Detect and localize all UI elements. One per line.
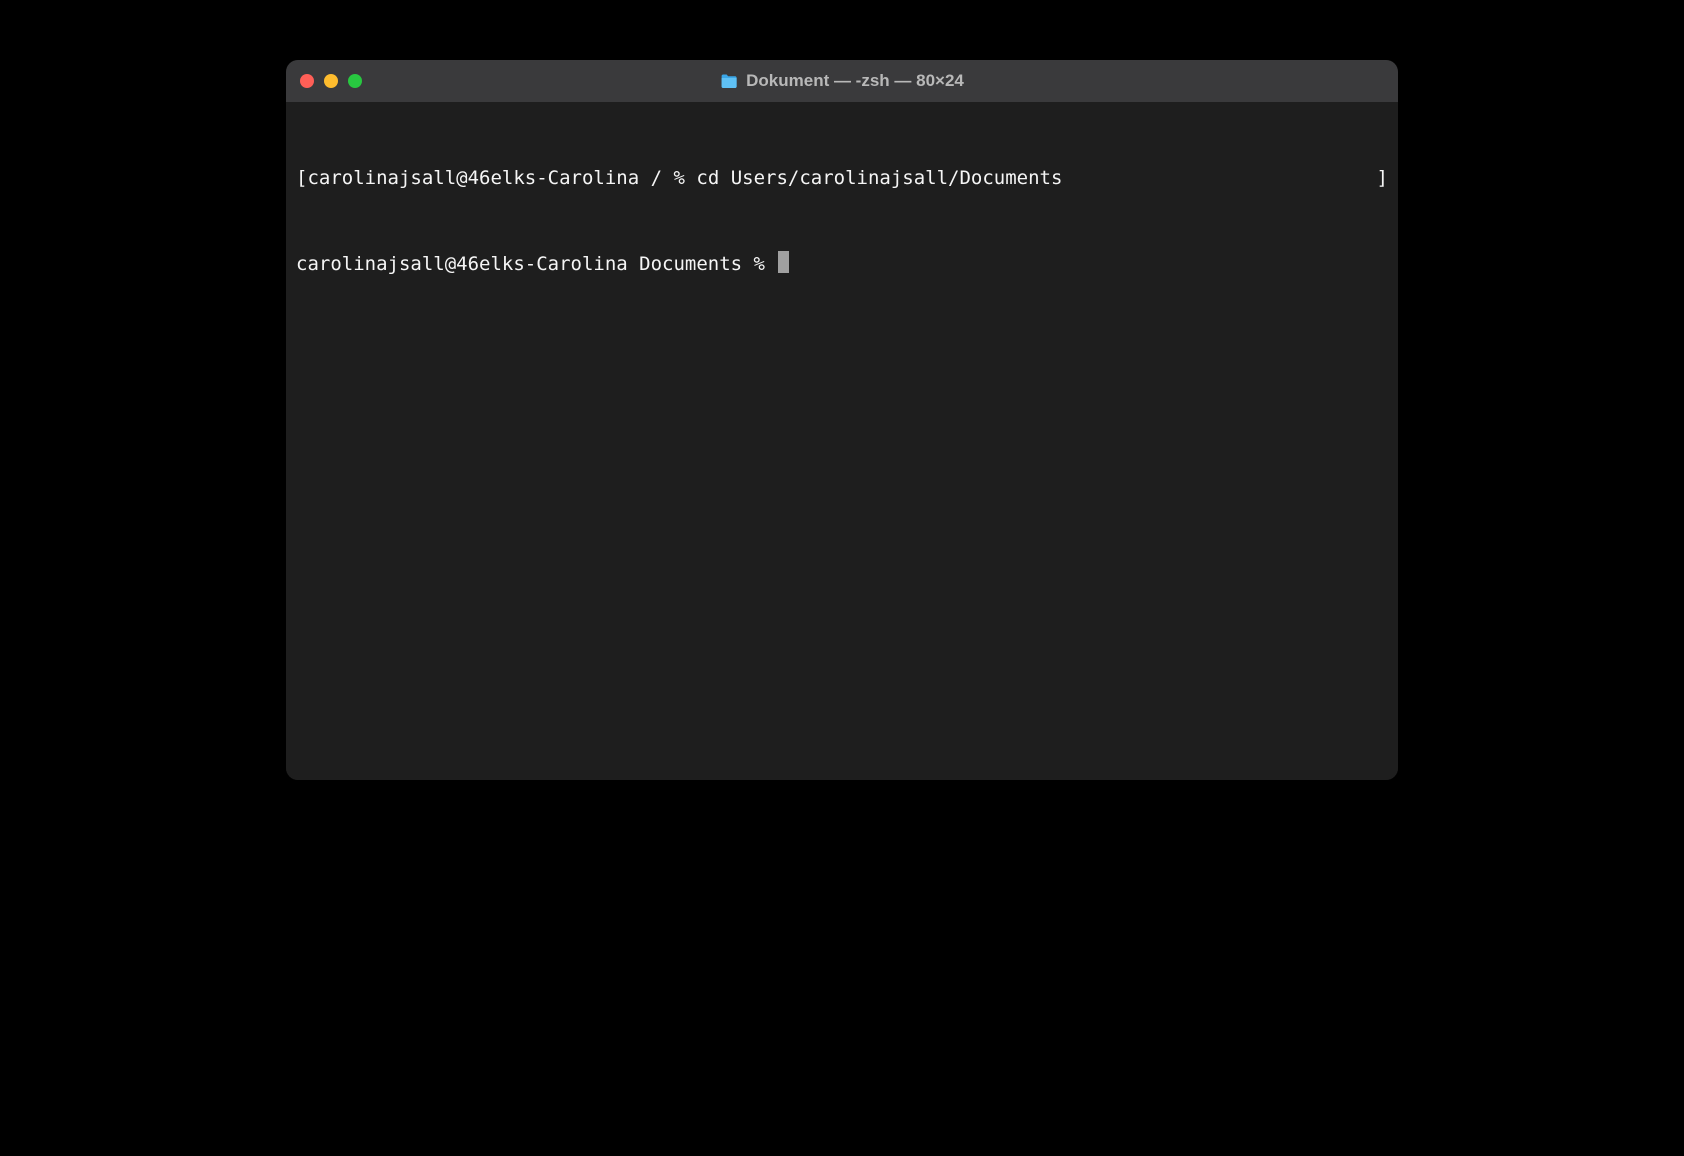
folder-icon — [720, 74, 738, 89]
maximize-button[interactable] — [348, 74, 362, 88]
minimize-button[interactable] — [324, 74, 338, 88]
terminal-content[interactable]: [carolinajsall@46elks-Carolina / % cd Us… — [286, 102, 1398, 780]
traffic-lights — [300, 74, 362, 88]
window-title: Dokument — -zsh — 80×24 — [746, 71, 964, 91]
title-bar: Dokument — -zsh — 80×24 — [286, 60, 1398, 102]
prompt-bracket-close: ] — [1377, 165, 1388, 193]
prompt-2: carolinajsall@46elks-Carolina Documents … — [296, 251, 776, 279]
prompt-bracket-open: [ — [296, 167, 307, 189]
cursor — [778, 251, 789, 273]
window-title-area: Dokument — -zsh — 80×24 — [720, 71, 964, 91]
terminal-line-1: [carolinajsall@46elks-Carolina / % cd Us… — [296, 165, 1388, 193]
terminal-line-2: carolinajsall@46elks-Carolina Documents … — [296, 248, 1388, 279]
terminal-window: Dokument — -zsh — 80×24 [carolinajsall@4… — [286, 60, 1398, 780]
command-1: cd Users/carolinajsall/Documents — [696, 167, 1062, 189]
close-button[interactable] — [300, 74, 314, 88]
prompt-1: carolinajsall@46elks-Carolina / % — [307, 167, 696, 189]
